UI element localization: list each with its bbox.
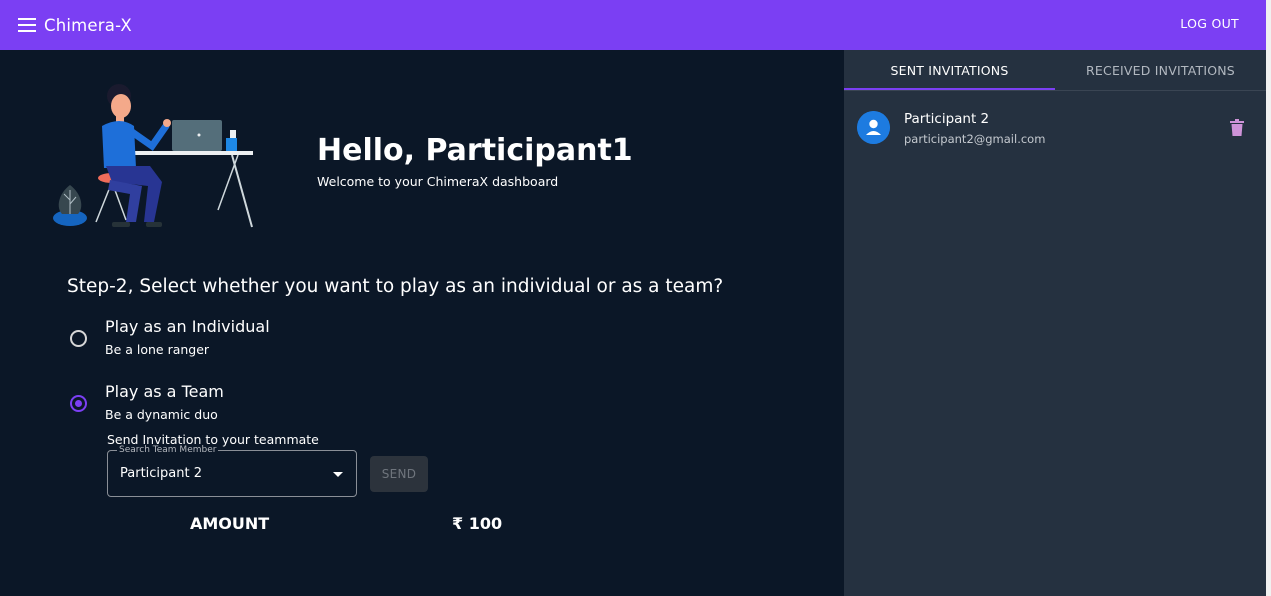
- dashboard-main: Hello, Participant1 Welcome to your Chim…: [0, 50, 844, 596]
- logout-button[interactable]: LOG OUT: [1180, 16, 1239, 31]
- invitation-tabs: SENT INVITATIONS RECEIVED INVITATIONS: [844, 50, 1266, 91]
- scrollbar[interactable]: [1266, 0, 1271, 596]
- chevron-down-icon: [333, 472, 343, 477]
- invitation-name: Participant 2: [904, 111, 990, 127]
- app-title: Chimera-X: [44, 15, 132, 35]
- team-option-subtitle: Be a dynamic duo: [105, 407, 218, 422]
- individual-option-subtitle: Be a lone ranger: [105, 342, 210, 357]
- page-title: Hello, Participant1: [317, 133, 633, 168]
- send-button[interactable]: SEND: [370, 456, 428, 492]
- menu-icon[interactable]: [18, 18, 36, 32]
- search-field-label: Search Team Member: [117, 444, 219, 456]
- individual-radio[interactable]: [70, 330, 87, 347]
- app-bar: Chimera-X LOG OUT: [0, 0, 1271, 50]
- avatar-icon: [857, 111, 890, 144]
- amount-value: ₹ 100: [452, 514, 503, 533]
- person-at-desk-illustration: [53, 84, 253, 228]
- tab-sent-invitations[interactable]: SENT INVITATIONS: [844, 50, 1055, 91]
- team-radio[interactable]: [70, 395, 87, 412]
- step-question: Step-2, Select whether you want to play …: [67, 276, 724, 297]
- individual-option-title: Play as an Individual: [105, 317, 270, 336]
- tab-received-invitations[interactable]: RECEIVED INVITATIONS: [1055, 50, 1266, 91]
- active-tab-indicator: [844, 88, 1055, 90]
- invitations-panel: SENT INVITATIONS RECEIVED INVITATIONS Pa…: [844, 50, 1266, 596]
- invitation-list-item: Participant 2 participant2@gmail.com: [844, 102, 1266, 152]
- team-option-title: Play as a Team: [105, 382, 224, 401]
- search-field-value: Participant 2: [120, 466, 202, 481]
- invitation-email: participant2@gmail.com: [904, 132, 1046, 146]
- amount-label: AMOUNT: [190, 514, 270, 533]
- search-team-member-select[interactable]: Search Team Member Participant 2: [107, 444, 357, 497]
- delete-icon[interactable]: [1230, 119, 1244, 136]
- welcome-subtitle: Welcome to your ChimeraX dashboard: [317, 174, 559, 189]
